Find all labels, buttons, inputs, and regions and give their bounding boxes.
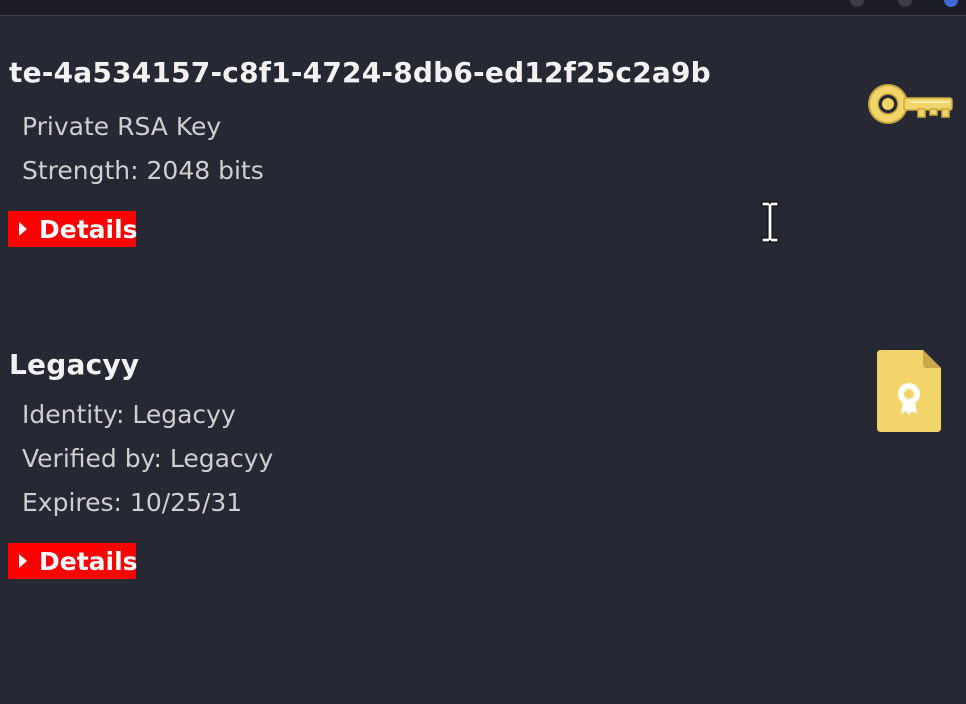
certificate-verified-by-label: Verified by: Legacyy [22, 444, 274, 473]
certificate-icon [877, 350, 941, 432]
certificate-identity-label: Identity: Legacyy [22, 400, 236, 429]
details-label: Details [39, 214, 138, 244]
caret-right-icon [19, 222, 27, 236]
certificate-entry-title: Legacyy [9, 348, 140, 381]
text-cursor-icon [761, 201, 779, 243]
minimize-button[interactable] [850, 0, 864, 7]
key-icon [868, 84, 953, 124]
close-button[interactable] [944, 0, 958, 7]
details-label: Details [39, 546, 138, 576]
maximize-button[interactable] [898, 0, 912, 7]
caret-right-icon [19, 554, 27, 568]
certificate-expires-label: Expires: 10/25/31 [22, 488, 243, 517]
window-titlebar [0, 0, 966, 16]
key-strength-label: Strength: 2048 bits [22, 156, 264, 185]
certificate-details-button[interactable]: Details [8, 543, 138, 579]
key-entry-title: te-4a534157-c8f1-4724-8db6-ed12f25c2a9b [9, 56, 711, 89]
key-type-label: Private RSA Key [22, 112, 222, 141]
key-details-button[interactable]: Details [8, 211, 138, 247]
